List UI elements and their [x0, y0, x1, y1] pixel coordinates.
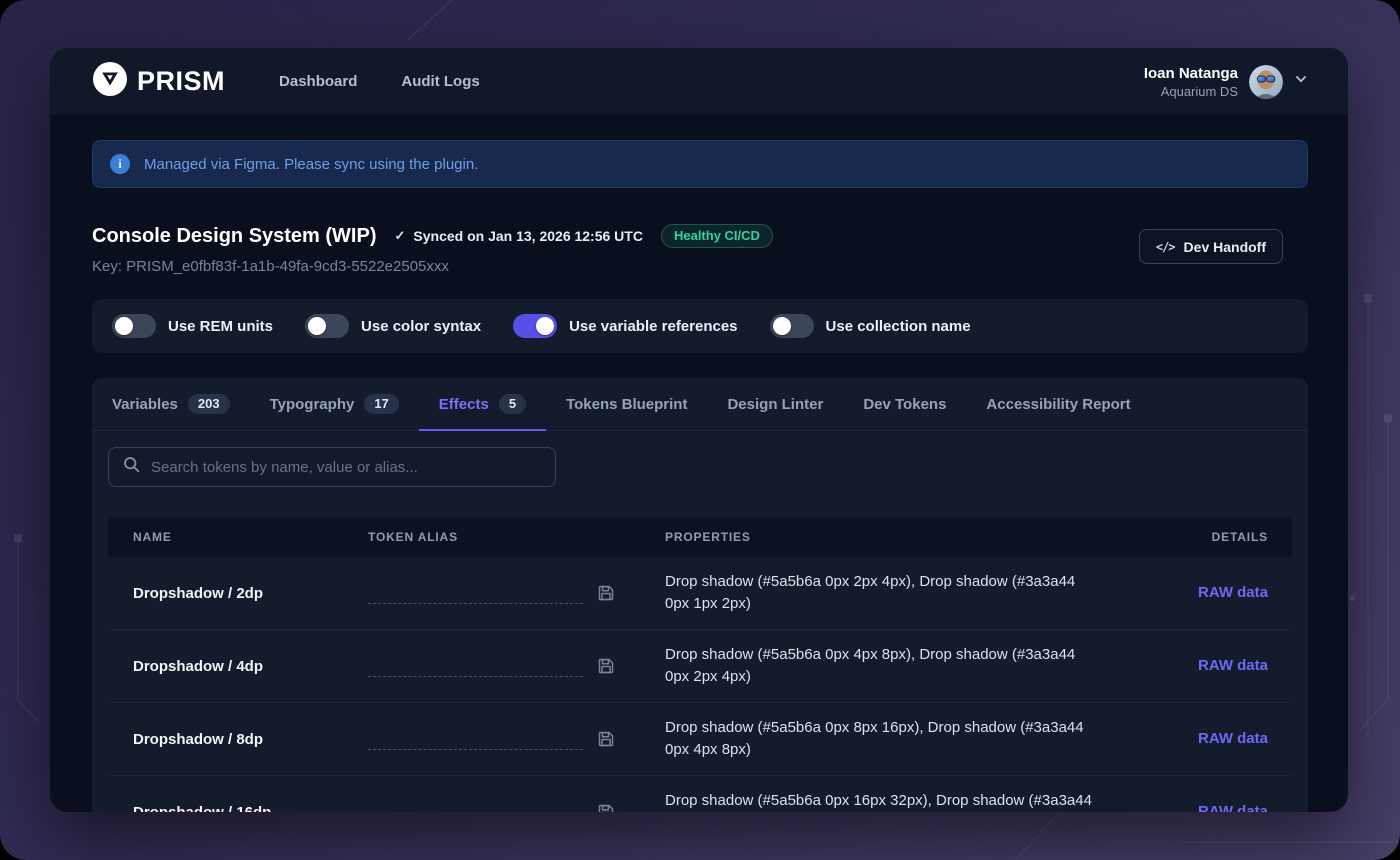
tab-typography[interactable]: Typography17	[250, 378, 419, 430]
project-title-block: Console Design System (WIP) ✓ Synced on …	[92, 224, 773, 275]
alias-field[interactable]	[368, 728, 583, 750]
toggle-use-rem-units[interactable]: Use REM units	[112, 314, 273, 338]
token-properties: Drop shadow (#5a5b6a 0px 16px 32px), Dro…	[665, 790, 1097, 812]
token-name: Dropshadow / 2dp	[108, 585, 368, 602]
avatar[interactable]	[1249, 65, 1283, 99]
save-alias-button[interactable]	[597, 730, 615, 748]
alias-field[interactable]	[368, 655, 583, 677]
toggle-switch[interactable]	[770, 314, 814, 338]
column-header-name: NAME	[108, 530, 368, 544]
table-row: Dropshadow / 2dp Drop shad	[108, 557, 1292, 630]
tab-bar: Variables203 Typography17 Effects5 Token…	[92, 378, 1308, 431]
primary-nav: Dashboard Audit Logs	[279, 73, 480, 90]
check-icon: ✓	[395, 228, 406, 244]
tab-accessibility-report[interactable]: Accessibility Report	[966, 378, 1150, 430]
tab-tokens-blueprint[interactable]: Tokens Blueprint	[546, 378, 707, 430]
tab-count-badge: 5	[499, 394, 526, 414]
export-options-bar: Use REM units Use color syntax Use varia…	[92, 299, 1308, 353]
toggle-switch[interactable]	[112, 314, 156, 338]
sync-status: ✓ Synced on Jan 13, 2026 12:56 UTC	[395, 228, 643, 244]
toggle-use-collection-name[interactable]: Use collection name	[770, 314, 971, 338]
raw-data-link[interactable]: RAW data	[1198, 657, 1268, 674]
search-box[interactable]	[108, 447, 556, 487]
desktop-background: PRISM Dashboard Audit Logs Ioan Natanga …	[0, 0, 1400, 860]
save-alias-button[interactable]	[597, 584, 615, 602]
toggle-switch[interactable]	[305, 314, 349, 338]
toggle-use-color-syntax[interactable]: Use color syntax	[305, 314, 481, 338]
alias-field[interactable]	[368, 582, 583, 604]
toggle-use-variable-references[interactable]: Use variable references	[513, 314, 737, 338]
alias-field[interactable]	[368, 801, 583, 812]
raw-data-link[interactable]: RAW data	[1198, 584, 1268, 601]
tab-count-badge: 17	[364, 394, 398, 414]
tab-count-badge: 203	[188, 394, 230, 414]
search-icon	[123, 456, 140, 478]
raw-data-link[interactable]: RAW data	[1198, 730, 1268, 747]
tab-design-linter[interactable]: Design Linter	[707, 378, 843, 430]
chevron-down-icon[interactable]	[1294, 72, 1308, 91]
user-name: Ioan Natanga	[1144, 64, 1238, 83]
page-title: Console Design System (WIP)	[92, 225, 377, 248]
status-badge: Healthy CI/CD	[661, 224, 773, 248]
table-header: NAME TOKEN ALIAS PROPERTIES DETAILS	[108, 517, 1292, 557]
tokens-panel: Variables203 Typography17 Effects5 Token…	[92, 378, 1308, 812]
info-icon: i	[110, 154, 130, 174]
tab-variables[interactable]: Variables203	[92, 378, 250, 430]
column-header-details: DETAILS	[1142, 530, 1292, 544]
save-alias-button[interactable]	[597, 657, 615, 675]
raw-data-link[interactable]: RAW data	[1198, 803, 1268, 812]
token-properties: Drop shadow (#5a5b6a 0px 8px 16px), Drop…	[665, 717, 1097, 761]
save-alias-button[interactable]	[597, 803, 615, 812]
project-key: Key: PRISM_e0fbf83f-1a1b-49fa-9cd3-5522e…	[92, 258, 773, 275]
figma-sync-banner: i Managed via Figma. Please sync using t…	[92, 140, 1308, 188]
toggle-switch[interactable]	[513, 314, 557, 338]
user-info: Ioan Natanga Aquarium DS	[1144, 64, 1238, 100]
code-icon: </>	[1156, 240, 1175, 254]
tab-dev-tokens[interactable]: Dev Tokens	[843, 378, 966, 430]
column-header-token-alias: TOKEN ALIAS	[368, 530, 665, 544]
prism-logo-icon	[92, 61, 128, 102]
banner-text: Managed via Figma. Please sync using the…	[144, 156, 478, 173]
token-name: Dropshadow / 4dp	[108, 658, 368, 675]
search-row	[92, 431, 1308, 501]
nav-item-dashboard[interactable]: Dashboard	[279, 73, 357, 90]
top-navbar: PRISM Dashboard Audit Logs Ioan Natanga …	[50, 48, 1348, 115]
token-name: Dropshadow / 8dp	[108, 731, 368, 748]
user-menu[interactable]: Ioan Natanga Aquarium DS	[1144, 64, 1308, 100]
column-header-properties: PROPERTIES	[665, 530, 1142, 544]
app-window: PRISM Dashboard Audit Logs Ioan Natanga …	[50, 48, 1348, 812]
brand: PRISM	[92, 61, 225, 102]
user-workspace: Aquarium DS	[1144, 83, 1238, 100]
token-properties: Drop shadow (#5a5b6a 0px 4px 8px), Drop …	[665, 644, 1097, 688]
table-row: Dropshadow / 16dp Drop sha	[108, 776, 1292, 812]
page-body: i Managed via Figma. Please sync using t…	[50, 140, 1348, 812]
token-properties: Drop shadow (#5a5b6a 0px 2px 4px), Drop …	[665, 571, 1097, 615]
nav-item-audit-logs[interactable]: Audit Logs	[401, 73, 479, 90]
dev-handoff-button[interactable]: </> Dev Handoff	[1139, 229, 1283, 264]
tab-effects[interactable]: Effects5	[419, 378, 546, 430]
token-name: Dropshadow / 16dp	[108, 804, 368, 813]
project-header: Console Design System (WIP) ✓ Synced on …	[92, 224, 1308, 275]
brand-name: PRISM	[137, 66, 225, 97]
effects-table: NAME TOKEN ALIAS PROPERTIES DETAILS Drop…	[108, 517, 1292, 812]
table-row: Dropshadow / 4dp Drop shad	[108, 630, 1292, 703]
search-input[interactable]	[151, 459, 541, 476]
table-row: Dropshadow / 8dp Drop shad	[108, 703, 1292, 776]
